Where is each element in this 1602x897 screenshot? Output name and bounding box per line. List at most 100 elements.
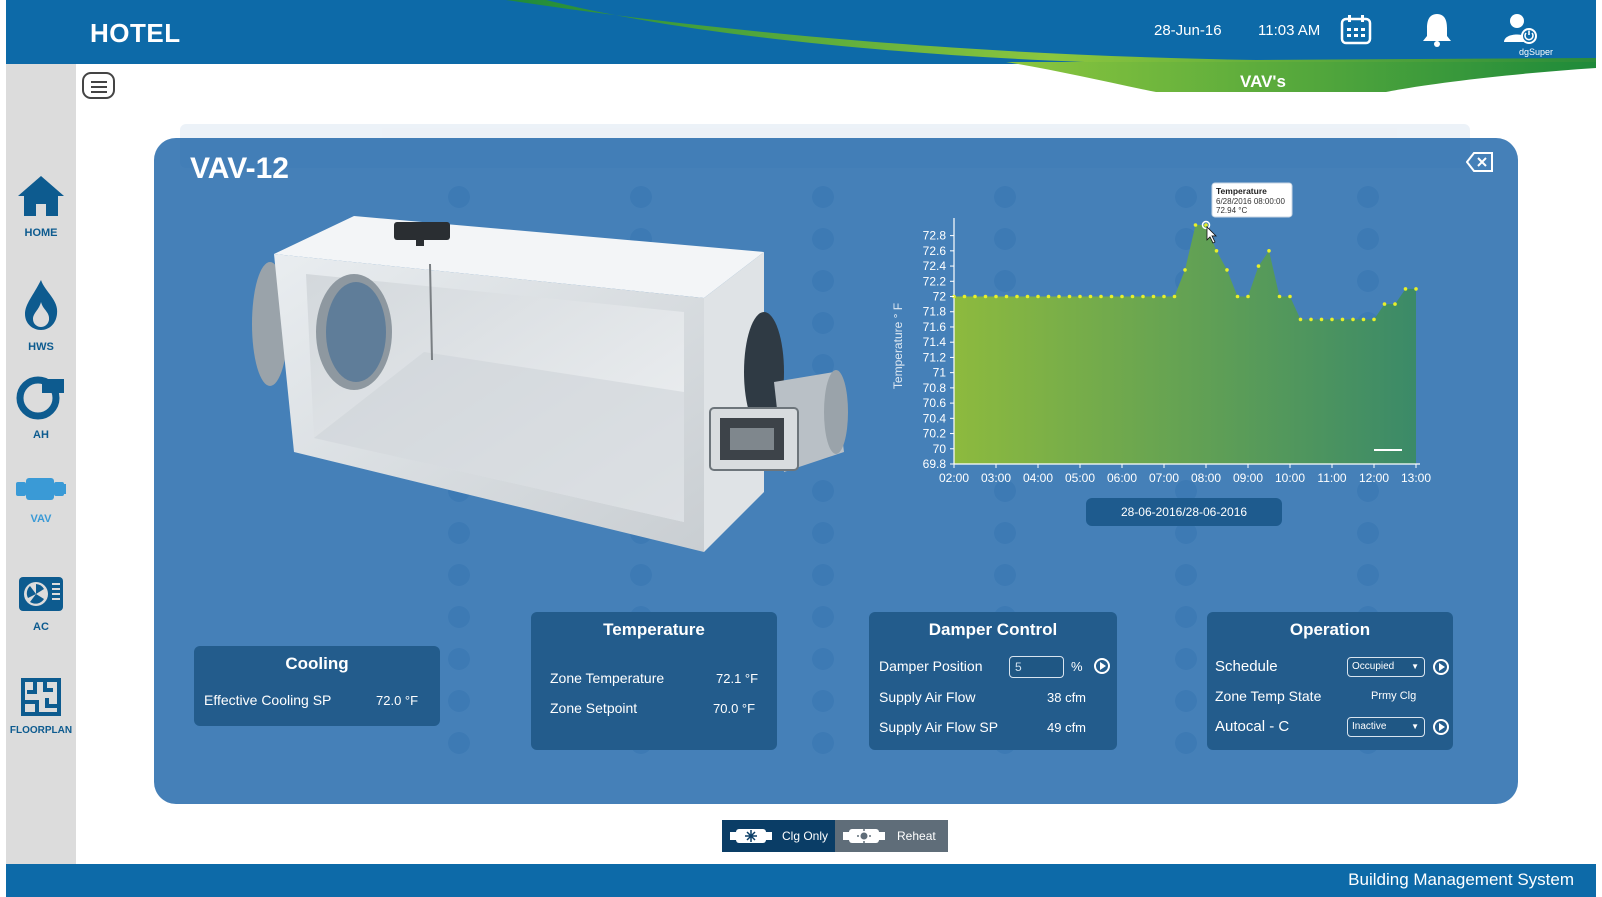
supply-air-flow-sp-label: Supply Air Flow SP [879, 719, 999, 735]
chart-data-point [1141, 294, 1145, 299]
sidebar-item-hws[interactable]: HWS [6, 278, 76, 353]
sidebar-item-vav[interactable]: VAV [6, 474, 76, 525]
temperature-panel-title: Temperature [603, 620, 705, 639]
chart-y-tick-label: 70.4 [923, 411, 947, 425]
chart-y-tick-label: 71.4 [923, 335, 947, 349]
chart-data-point [1225, 268, 1229, 272]
chart-data-point [1193, 223, 1198, 227]
chart-data-point [983, 294, 988, 299]
cooling-panel-title: Cooling [285, 654, 349, 673]
sidebar-item-label: AC [33, 621, 49, 633]
reheat-button[interactable]: Reheat [835, 820, 948, 852]
zone-temperature-label: Zone Temperature [550, 670, 665, 686]
zone-temperature-value: 72.1 °F [716, 671, 759, 686]
autocal-submit-button[interactable] [1433, 719, 1449, 735]
chart-data-point [994, 294, 998, 299]
autocal-label: Autocal - C [1215, 718, 1290, 735]
damper-position-submit-button[interactable] [1094, 658, 1110, 674]
chart-data-point [1099, 294, 1103, 299]
sun-icon [843, 829, 885, 843]
bell-icon[interactable] [1420, 12, 1454, 48]
sidebar-item-label: VAV [30, 513, 52, 525]
hamburger-menu-button[interactable] [82, 72, 115, 99]
chart-data-point [1004, 294, 1009, 299]
sidebar-item-ah[interactable]: AH [6, 376, 76, 441]
date-range-picker[interactable]: 28-06-2016/28-06-2016 [1086, 498, 1282, 526]
zone-setpoint-value: 70.0 °F [713, 701, 756, 716]
section-bar-swoosh [1006, 62, 1596, 92]
chart-y-tick-label: 70.6 [923, 396, 947, 410]
chart-data-point [1372, 317, 1376, 322]
user-logout-icon[interactable] [1502, 12, 1538, 46]
chart-x-tick-label: 03:00 [981, 471, 1011, 485]
chart-y-tick-label: 71.8 [923, 305, 947, 319]
chart-x-tick-label: 10:00 [1275, 471, 1305, 485]
calendar-icon[interactable] [1340, 14, 1372, 46]
chart-data-point [1319, 317, 1324, 322]
chart-data-point [1109, 294, 1114, 299]
chart-y-tick-label: 69.8 [923, 457, 947, 471]
top-header: HOTEL 28-Jun-16 11:03 AM dgSuper [6, 0, 1596, 64]
chart-data-point [1414, 287, 1418, 291]
vav-detail-modal: VAV-12 Temperature ° F 69.8 70 70.2 70.4… [154, 138, 1518, 804]
chevron-down-icon: ▼ [1411, 662, 1419, 671]
reheat-label: Reheat [897, 829, 936, 843]
autocal-select-value: Inactive [1352, 721, 1387, 732]
floorplan-icon [21, 678, 61, 716]
chart-x-tick-label: 02:00 [939, 471, 969, 485]
chart-y-tick-label: 72.4 [923, 259, 947, 273]
chart-data-point [1235, 294, 1240, 299]
damper-position-unit: % [1071, 659, 1083, 674]
clg-only-button[interactable]: Clg Only [722, 820, 835, 852]
chart-x-tick-label: 05:00 [1065, 471, 1095, 485]
chart-y-tick-label: 71 [933, 366, 947, 380]
autocal-select[interactable]: Inactive ▼ [1347, 717, 1425, 737]
chart-data-point [1130, 294, 1135, 299]
chart-y-tick-label: 72.2 [923, 274, 947, 288]
schedule-submit-button[interactable] [1433, 659, 1449, 675]
mode-toggle: Clg Only Reheat [722, 820, 948, 852]
modal-title: VAV-12 [190, 152, 289, 185]
zone-setpoint-label: Zone Setpoint [550, 700, 638, 716]
sidebar-item-floorplan[interactable]: FLOORPLAN [6, 678, 76, 736]
close-icon[interactable] [1466, 152, 1494, 172]
chart-data-point [1309, 317, 1313, 322]
flame-icon [25, 280, 58, 330]
chart-y-tick-label: 72 [933, 290, 947, 304]
damper-position-input[interactable]: 5 [1009, 656, 1064, 678]
chart-x-tick-label: 12:00 [1359, 471, 1389, 485]
chart-data-point [1246, 294, 1250, 299]
chart-data-point [1162, 294, 1166, 299]
footer-text: Building Management System [1348, 870, 1574, 889]
chart-x-tick-label: 13:00 [1401, 471, 1431, 485]
section-title: VAV's [1240, 72, 1286, 91]
chart-y-tick-label: 72.8 [923, 229, 947, 243]
vav-icon [16, 478, 66, 500]
damper-position-label: Damper Position [879, 658, 983, 674]
chart-data-point [1351, 317, 1355, 322]
chart-data-point [1204, 223, 1208, 227]
chart-data-point [1078, 294, 1082, 299]
chart-data-point [1298, 317, 1303, 322]
chart-x-tick-label: 04:00 [1023, 471, 1053, 485]
chart-y-tick-label: 70 [933, 442, 947, 456]
chart-data-point [1361, 317, 1366, 322]
fan-icon [16, 376, 64, 420]
header-time: 11:03 AM [1258, 22, 1321, 39]
footer-bar: Building Management System [6, 864, 1596, 897]
chart-data-point [1025, 294, 1030, 299]
chart-data-point [1172, 294, 1177, 299]
temperature-panel: Temperature Zone Temperature 72.1 °F Zon… [531, 612, 777, 750]
chart-area-series-temperature [954, 225, 1416, 464]
sidebar-item-ac[interactable]: AC [6, 576, 76, 633]
chart-data-point [1288, 294, 1292, 299]
chart-y-tick-label: 71.2 [923, 350, 947, 364]
chevron-down-icon: ▼ [1411, 722, 1419, 731]
chart-x-tick-label: 08:00 [1191, 471, 1221, 485]
sidebar-item-home[interactable]: HOME [6, 174, 76, 239]
chart-data-point [973, 294, 977, 299]
schedule-select[interactable]: Occupied ▼ [1347, 657, 1425, 677]
supply-air-flow-label: Supply Air Flow [879, 689, 976, 705]
chart-data-point [1277, 294, 1282, 299]
damper-control-panel: Damper Control Damper Position 5 % Suppl… [869, 612, 1117, 750]
